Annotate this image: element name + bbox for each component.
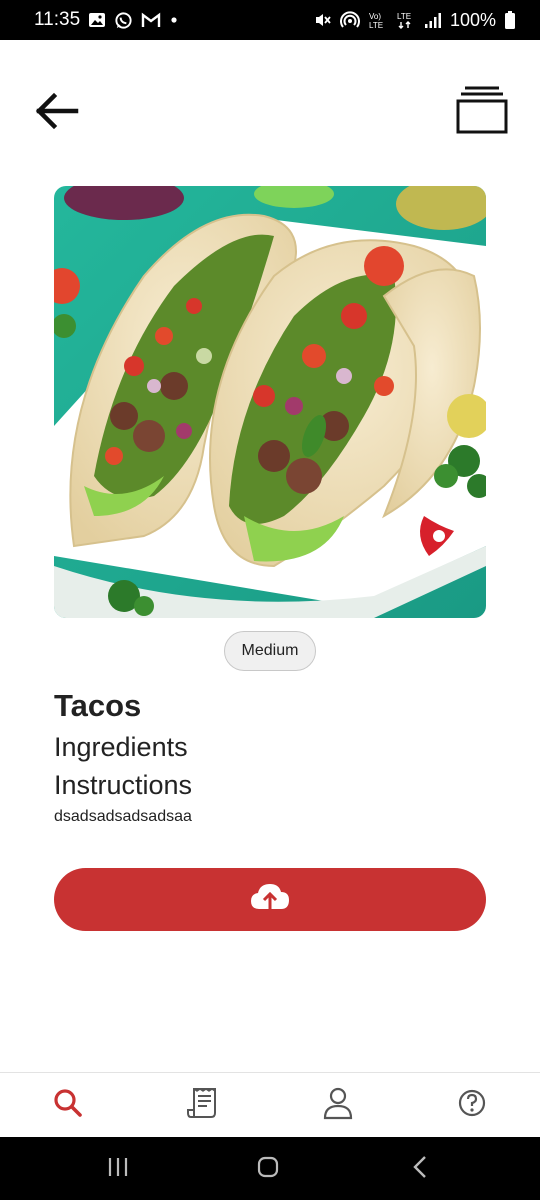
upload-button[interactable]: [54, 868, 486, 931]
bottom-nav: [0, 1072, 540, 1137]
hotspot-icon: [340, 10, 360, 30]
status-time: 11:35: [34, 9, 81, 30]
home-button[interactable]: [248, 1153, 288, 1185]
recipe-title: Tacos: [54, 688, 142, 723]
volte-icon: Vo) LTE: [368, 10, 388, 30]
nav-search[interactable]: [48, 1087, 88, 1123]
recipe-list-icon: [185, 1086, 219, 1125]
search-icon: [52, 1087, 84, 1124]
profile-icon: [322, 1086, 354, 1125]
nav-recipes[interactable]: [182, 1087, 222, 1123]
battery-percent: 100%: [449, 9, 496, 30]
status-right: Vo) LTE LTE 100%: [314, 10, 516, 31]
system-nav: [0, 1137, 540, 1200]
system-back-button[interactable]: [400, 1153, 440, 1185]
svg-text:LTE: LTE: [369, 21, 383, 30]
status-left: 11:35: [34, 9, 179, 31]
arrow-left-icon: [33, 91, 79, 136]
whatsapp-icon: [114, 11, 133, 30]
instructions-text: dsadsadsadsadsaa: [54, 808, 192, 825]
ingredients-heading: Ingredients: [54, 732, 188, 762]
battery-icon: [504, 10, 516, 30]
recent-apps-button[interactable]: [98, 1153, 138, 1185]
svg-text:Vo): Vo): [369, 12, 381, 21]
gmail-icon: [141, 12, 161, 28]
tacos-photo: [54, 186, 486, 618]
collection-icon: [455, 85, 509, 140]
system-back-icon: [412, 1155, 428, 1184]
difficulty-chip: Medium: [224, 631, 316, 671]
mute-icon: [314, 11, 332, 29]
lte-icon: LTE: [396, 10, 416, 30]
nav-help[interactable]: [452, 1087, 492, 1123]
status-bar: 11:35 Vo) LTE LTE 100%: [0, 0, 540, 40]
cloud-upload-icon: [249, 881, 291, 918]
dot-icon: [169, 15, 179, 25]
svg-text:LTE: LTE: [397, 12, 411, 21]
home-icon: [256, 1155, 280, 1184]
instructions-heading: Instructions: [54, 770, 193, 800]
help-icon: [457, 1088, 487, 1123]
back-button[interactable]: [28, 88, 84, 138]
difficulty-label: Medium: [241, 642, 299, 659]
nav-profile[interactable]: [318, 1087, 358, 1123]
signal-icon: [424, 11, 442, 29]
recipe-image: [54, 186, 486, 618]
recent-apps-icon: [107, 1157, 129, 1182]
collection-button[interactable]: [452, 84, 512, 140]
gallery-icon: [88, 11, 106, 29]
